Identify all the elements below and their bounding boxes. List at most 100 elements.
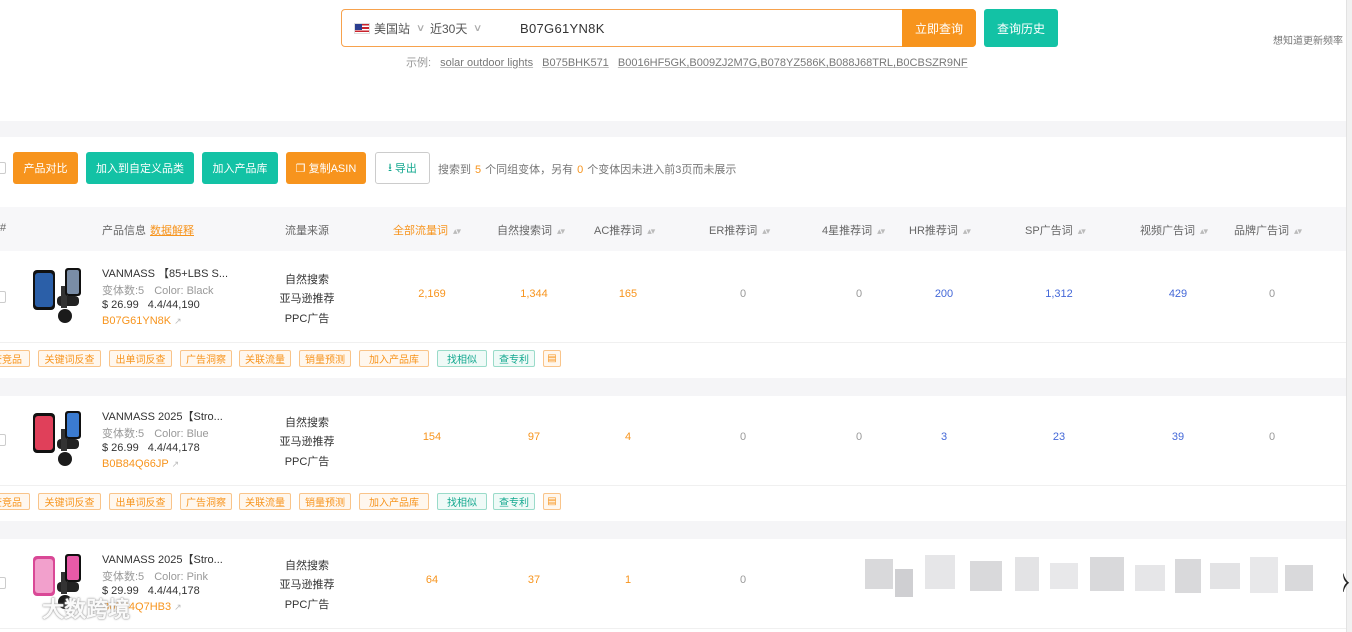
site-select[interactable]: 美国站 ∨ <box>342 10 430 46</box>
product-name[interactable]: VANMASS 【85+LBS S... <box>102 265 228 281</box>
ac-value[interactable]: 165 <box>598 288 658 300</box>
table-row: VANMASS 2025【Stro... 变体数:5 Color: Blue $ … <box>0 396 1346 486</box>
col-sp[interactable]: SP广告词 ▴▾ <box>1025 222 1086 238</box>
select-all-checkbox[interactable] <box>0 162 6 174</box>
video-value[interactable]: 39 <box>1148 431 1208 443</box>
hr-value[interactable]: 3 <box>914 431 974 443</box>
product-price: $ 26.99 4.4/44,178 <box>102 442 200 454</box>
col-4star[interactable]: 4星推荐词 ▴▾ <box>822 222 885 238</box>
rating: 4.4/44,178 <box>147 442 200 454</box>
page: 美国站 ∨ 近30天 ∨ 立即查询 查询历史 示例: solar outdoor… <box>0 0 1352 632</box>
sp-value[interactable]: 1,312 <box>1029 288 1089 300</box>
col-index: # <box>0 222 7 234</box>
watermark-logo-icon <box>6 601 28 619</box>
variant-count: 变体数:5 <box>102 428 145 440</box>
result-count: 5 <box>475 164 482 176</box>
action-order-reverse[interactable]: 出单词反查 <box>109 350 172 367</box>
example-link[interactable]: B075BHK571 <box>542 57 609 69</box>
chevron-down-icon: ∨ <box>473 22 483 34</box>
period-select[interactable]: 近30天 ∨ <box>430 10 518 46</box>
sp-value[interactable]: 23 <box>1029 431 1089 443</box>
row-separator <box>0 521 1346 539</box>
all-keywords-value[interactable]: 154 <box>402 431 462 443</box>
4star-value: 0 <box>855 431 863 443</box>
col-video[interactable]: 视频广告词 ▴▾ <box>1140 222 1208 238</box>
external-link-icon: ↗ <box>174 316 182 326</box>
action-find-similar[interactable]: 找相似 <box>437 350 487 367</box>
organic-value[interactable]: 1,344 <box>504 288 564 300</box>
price: $ 26.99 <box>102 442 139 454</box>
col-organic[interactable]: 自然搜索词 ▴▾ <box>497 222 565 238</box>
action-add-library[interactable]: 加入产品库 <box>359 493 429 510</box>
action-related-traffic[interactable]: 关联流量 <box>239 493 291 510</box>
sort-icon: ▴▾ <box>1294 226 1302 236</box>
data-explain-link[interactable]: 数据解释 <box>150 225 194 237</box>
action-order-reverse[interactable]: 出单词反查 <box>109 493 172 510</box>
product-image[interactable] <box>27 266 87 326</box>
action-related-traffic[interactable]: 关联流量 <box>239 350 291 367</box>
all-keywords-value[interactable]: 64 <box>402 574 462 586</box>
search-button[interactable]: 立即查询 <box>902 9 976 47</box>
ac-value[interactable]: 4 <box>598 431 658 443</box>
add-category-button[interactable]: 加入到自定义品类 <box>86 152 194 184</box>
result-summary: 搜索到 5 个同组变体，另有 0 个变体因未进入前3页而未展示 <box>438 161 736 177</box>
watermark-text: 大数跨境 <box>42 597 131 622</box>
compare-button[interactable]: 产品对比 <box>13 152 78 184</box>
export-button[interactable]: ⭳ 导出 <box>375 152 430 184</box>
col-label: SP广告词 <box>1025 225 1073 237</box>
action-competitors[interactable]: 查竞品 <box>0 350 30 367</box>
example-link[interactable]: solar outdoor lights <box>440 57 533 69</box>
action-competitors[interactable]: 查竞品 <box>0 493 30 510</box>
action-keyword-reverse[interactable]: 关键词反查 <box>38 350 101 367</box>
action-ad-insight[interactable]: 广告洞察 <box>180 350 232 367</box>
organic-value[interactable]: 97 <box>504 431 564 443</box>
product-variants: 变体数:5 Color: Blue <box>102 425 209 441</box>
col-er[interactable]: ER推荐词 ▴▾ <box>709 222 770 238</box>
er-value: 0 <box>739 431 747 443</box>
product-asin[interactable]: B07G61YN8K ↗ <box>102 315 182 327</box>
source-amazon: 亚马逊推荐 <box>279 293 335 305</box>
product-asin[interactable]: B0B84Q66JP ↗ <box>102 458 179 470</box>
action-sales-forecast[interactable]: 销量预测 <box>299 493 351 510</box>
calculator-icon[interactable]: ▤ <box>543 493 561 510</box>
col-all-keywords[interactable]: 全部流量词 ▴▾ <box>393 222 461 238</box>
hr-value[interactable]: 200 <box>914 288 974 300</box>
video-value[interactable]: 429 <box>1148 288 1208 300</box>
col-ac[interactable]: AC推荐词 ▴▾ <box>594 222 655 238</box>
col-brand[interactable]: 品牌广告词 ▴▾ <box>1234 222 1302 238</box>
product-name[interactable]: VANMASS 2025【Stro... <box>102 551 223 567</box>
update-frequency-tip[interactable]: 想知道更新频率 <box>1273 32 1343 47</box>
col-hr[interactable]: HR推荐词 ▴▾ <box>909 222 971 238</box>
ac-value[interactable]: 1 <box>598 574 658 586</box>
sort-icon: ▴▾ <box>453 226 461 236</box>
action-ad-insight[interactable]: 广告洞察 <box>180 493 232 510</box>
action-add-library[interactable]: 加入产品库 <box>359 350 429 367</box>
search-examples: 示例: solar outdoor lights B075BHK571 B001… <box>406 54 968 70</box>
calculator-icon[interactable]: ▤ <box>543 350 561 367</box>
action-sales-forecast[interactable]: 销量预测 <box>299 350 351 367</box>
scrollbar[interactable] <box>1346 0 1352 632</box>
copy-asin-button[interactable]: ❐ 复制ASIN <box>286 152 366 184</box>
row-checkbox[interactable] <box>0 291 6 303</box>
source-ppc: PPC广告 <box>284 599 330 611</box>
row-checkbox[interactable] <box>0 577 6 589</box>
action-patent[interactable]: 查专利 <box>493 493 535 510</box>
search-input[interactable] <box>518 10 902 46</box>
product-image[interactable] <box>27 409 87 469</box>
variant-color: Color: Pink <box>154 571 208 583</box>
add-library-button[interactable]: 加入产品库 <box>202 152 278 184</box>
action-find-similar[interactable]: 找相似 <box>437 493 487 510</box>
query-history-button[interactable]: 查询历史 <box>984 9 1058 47</box>
product-name[interactable]: VANMASS 2025【Stro... <box>102 408 223 424</box>
all-keywords-value[interactable]: 2,169 <box>402 288 462 300</box>
examples-prefix: 示例: <box>406 57 432 69</box>
source-organic: 自然搜索 <box>285 560 329 572</box>
watermark: 大数跨境 <box>6 592 130 624</box>
section-divider <box>0 121 1346 137</box>
variant-color: Color: Black <box>154 285 214 297</box>
action-patent[interactable]: 查专利 <box>493 350 535 367</box>
row-checkbox[interactable] <box>0 434 6 446</box>
organic-value[interactable]: 37 <box>504 574 564 586</box>
example-link[interactable]: B0016HF5GK,B009ZJ2M7G,B078YZ586K,B088J68… <box>618 57 968 69</box>
action-keyword-reverse[interactable]: 关键词反查 <box>38 493 101 510</box>
